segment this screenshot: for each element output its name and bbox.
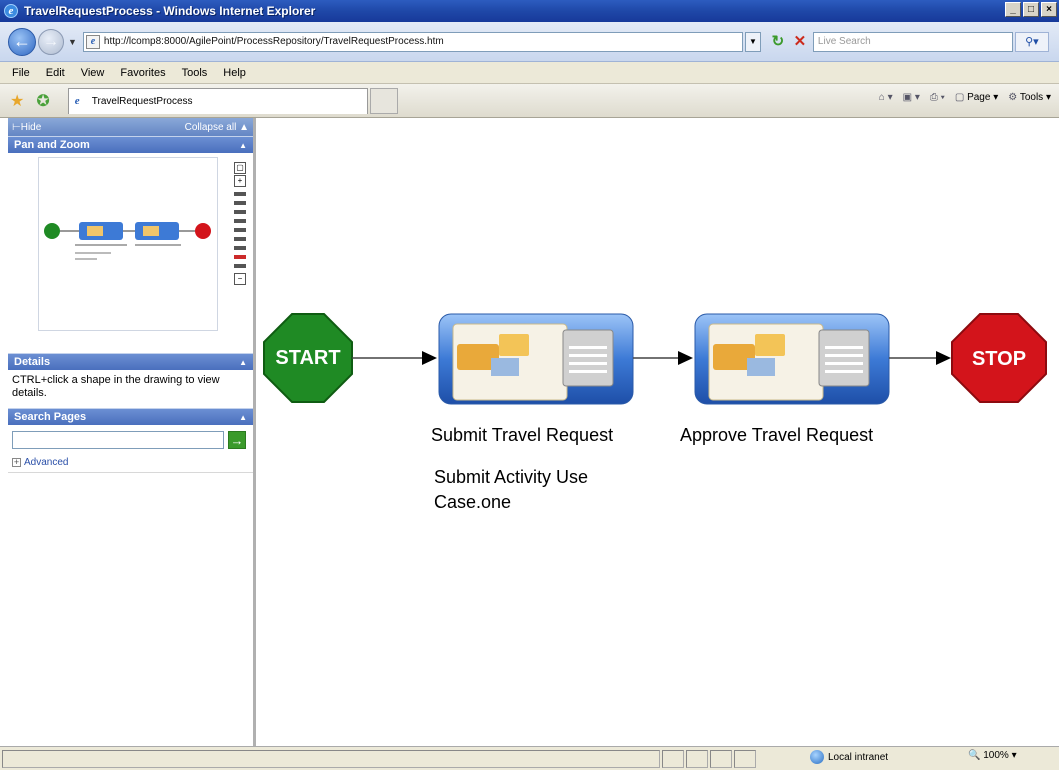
address-field[interactable]: e http://lcomp8:8000/AgilePoint/ProcessR… xyxy=(82,31,743,52)
security-zone[interactable]: Local intranet xyxy=(810,750,888,764)
stop-shape[interactable]: STOP xyxy=(951,313,1047,403)
globe-icon xyxy=(810,750,824,764)
page-icon: e xyxy=(85,34,100,49)
collapse-arrow-icon[interactable]: ▲ xyxy=(239,413,247,422)
print-icon[interactable]: ⎙ ▾ xyxy=(930,92,945,103)
zoom-tick[interactable] xyxy=(234,219,246,223)
tab-page-icon: e xyxy=(74,94,80,107)
pan-zoom-header[interactable]: Pan and Zoom ▲ xyxy=(8,136,253,153)
menu-view[interactable]: View xyxy=(81,67,105,79)
zoom-tick[interactable] xyxy=(234,264,246,268)
title-bar: e TravelRequestProcess - Windows Interne… xyxy=(0,0,1059,22)
panel-header: ⊢Hide Collapse all ▲ xyxy=(8,118,253,136)
menu-tools[interactable]: Tools xyxy=(182,67,208,79)
thumb-start-shape xyxy=(44,223,60,239)
page-menu-icon: ▢ xyxy=(954,92,965,103)
back-button[interactable]: ← xyxy=(8,27,36,56)
connector-arrow-icon xyxy=(678,351,693,365)
thumb-stop-shape xyxy=(195,223,211,239)
collapse-arrow-icon[interactable]: ▲ xyxy=(239,141,247,150)
url-text[interactable]: http://lcomp8:8000/AgilePoint/ProcessRep… xyxy=(104,36,444,47)
zoom-out-icon[interactable]: − xyxy=(234,273,246,285)
add-favorite-icon[interactable]: ✪ xyxy=(36,91,49,111)
start-label: START xyxy=(275,347,340,369)
task-submit-note-line2: Case.one xyxy=(434,492,511,512)
expand-icon[interactable]: + xyxy=(12,458,21,467)
process-diagram: START Submit Travel Request Submit Activ… xyxy=(263,313,1047,512)
gear-icon: ⚙ xyxy=(1008,92,1018,103)
search-input[interactable]: Live Search xyxy=(812,31,1013,52)
zoom-tick[interactable] xyxy=(234,192,246,196)
maximize-button[interactable]: □ xyxy=(1023,2,1039,17)
zoom-in-icon[interactable]: + xyxy=(234,175,246,187)
collapse-arrow-icon[interactable]: ▲ xyxy=(239,358,247,367)
stop-label: STOP xyxy=(972,348,1026,370)
home-icon[interactable]: ⌂ ▾ xyxy=(879,92,893,103)
menu-edit[interactable]: Edit xyxy=(46,67,65,79)
status-text-area xyxy=(2,749,660,768)
connector-arrow-icon xyxy=(422,351,437,365)
zoom-tick[interactable] xyxy=(234,228,246,232)
task-submit-label: Submit Travel Request xyxy=(431,425,613,445)
menu-help[interactable]: Help xyxy=(223,67,246,79)
status-segment xyxy=(662,749,684,768)
connector-arrow-icon xyxy=(936,351,951,365)
feeds-icon[interactable]: ▣ ▾ xyxy=(903,92,920,103)
recent-pages-dropdown-icon[interactable]: ▼ xyxy=(68,37,77,47)
search-go-arrow-icon[interactable]: → xyxy=(228,431,246,449)
menu-bar: File Edit View Favorites Tools Help xyxy=(0,62,1059,84)
address-dropdown-icon[interactable]: ▼ xyxy=(744,31,761,52)
zoom-level[interactable]: 🔍 100% ▾ xyxy=(968,750,1017,761)
zoom-tick[interactable] xyxy=(234,210,246,214)
pan-zoom-section: ▢ + − xyxy=(8,153,253,353)
window-title: TravelRequestProcess - Windows Internet … xyxy=(24,4,316,18)
tab-travelrequestprocess[interactable]: e TravelRequestProcess xyxy=(67,87,368,114)
details-header[interactable]: Details ▲ xyxy=(8,353,253,370)
search-pages-row: → xyxy=(8,425,253,453)
status-segment xyxy=(710,749,732,768)
favorites-star-icon[interactable]: ★ xyxy=(10,91,24,111)
zoom-tick[interactable] xyxy=(234,237,246,241)
menu-file[interactable]: File xyxy=(12,67,30,79)
minimize-button[interactable]: _ xyxy=(1005,2,1021,17)
zoom-tick[interactable] xyxy=(234,201,246,205)
navigation-panel: ⊢Hide Collapse all ▲ Pan and Zoom ▲ ▢ + … xyxy=(8,118,256,746)
window-controls: _ □ × xyxy=(1005,2,1057,17)
tab-label: TravelRequestProcess xyxy=(91,95,193,107)
search-pages-header[interactable]: Search Pages ▲ xyxy=(8,408,253,425)
advanced-search-link[interactable]: + Advanced xyxy=(8,453,253,473)
status-segment xyxy=(734,749,756,768)
stop-icon[interactable]: ✕ xyxy=(791,33,809,51)
task-submit-note-line1: Submit Activity Use xyxy=(434,467,588,487)
new-tab-button[interactable] xyxy=(369,87,398,114)
details-text: CTRL+click a shape in the drawing to vie… xyxy=(12,374,220,399)
fit-page-icon[interactable]: ▢ xyxy=(234,162,246,174)
command-bar: ★ ✪ e TravelRequestProcess ⌂ ▾ ▣ ▾ ⎙ ▾ ▢… xyxy=(0,84,1059,118)
zoom-slider[interactable]: ▢ + − xyxy=(232,161,248,337)
task-approve-label: Approve Travel Request xyxy=(680,425,873,445)
tools-menu-button[interactable]: ⚙ Tools ▾ xyxy=(1008,92,1051,103)
hide-panel-button[interactable]: ⊢Hide xyxy=(12,122,41,133)
menu-favorites[interactable]: Favorites xyxy=(120,67,165,79)
status-segment xyxy=(686,749,708,768)
search-pages-input[interactable] xyxy=(12,431,224,449)
forward-button[interactable]: → xyxy=(38,28,64,55)
thumbnail-diagram xyxy=(44,222,211,260)
close-button[interactable]: × xyxy=(1041,2,1057,17)
zoom-tick[interactable] xyxy=(234,246,246,250)
search-icon[interactable]: ⚲▾ xyxy=(1014,31,1049,52)
ie-icon: e xyxy=(4,4,18,18)
start-shape[interactable]: START xyxy=(263,313,353,403)
page-menu-button[interactable]: ▢ Page ▾ xyxy=(955,92,998,103)
pan-zoom-thumbnail[interactable] xyxy=(38,157,218,331)
refresh-icon[interactable]: ↻ xyxy=(769,33,787,51)
zoom-level-indicator[interactable] xyxy=(234,255,246,259)
status-bar: Local intranet 🔍 100% ▾ xyxy=(0,746,1059,770)
command-buttons: ⌂ ▾ ▣ ▾ ⎙ ▾ ▢ Page ▾ ⚙ Tools ▾ xyxy=(879,92,1051,103)
address-toolbar: ← → ▼ e http://lcomp8:8000/AgilePoint/Pr… xyxy=(0,22,1059,62)
task-submit-travel-request[interactable] xyxy=(438,313,634,405)
process-diagram-canvas: START Submit Travel Request Submit Activ… xyxy=(259,118,1059,746)
collapse-all-button[interactable]: Collapse all ▲ xyxy=(185,122,249,133)
task-approve-travel-request[interactable] xyxy=(694,313,890,405)
